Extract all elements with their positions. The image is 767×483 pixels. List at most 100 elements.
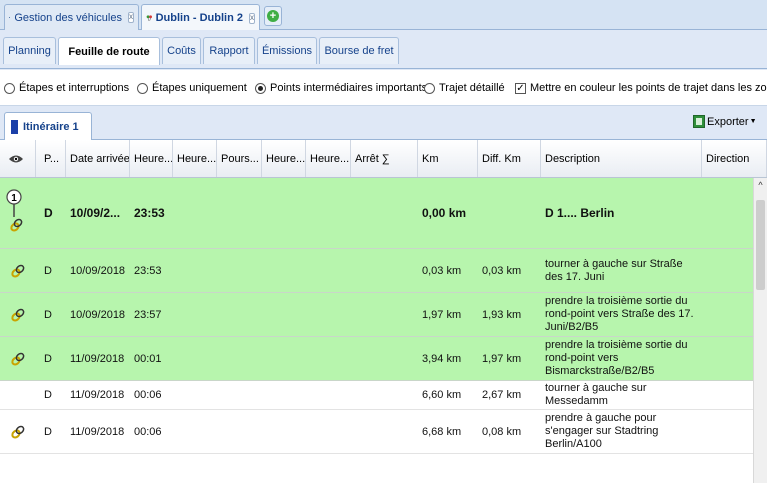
cell-diff-km: 1,93 km xyxy=(482,308,522,321)
column-header[interactable]: Heure... xyxy=(173,140,217,177)
route-pin-icon xyxy=(146,15,152,21)
row-icon-cell xyxy=(0,249,36,292)
scroll-up-arrow-icon[interactable]: ^ xyxy=(754,180,767,192)
scroll-thumb[interactable] xyxy=(756,200,765,290)
radio-points-importants[interactable]: Points intermédiaires importants xyxy=(255,82,427,94)
cell-p: D xyxy=(44,308,52,321)
column-header[interactable]: Heure... xyxy=(262,140,306,177)
row-icon-cell: 1 xyxy=(0,178,36,248)
chain-link-icon xyxy=(11,264,25,277)
close-icon[interactable]: x xyxy=(128,12,134,23)
column-header[interactable]: Heure... xyxy=(306,140,351,177)
radio-button[interactable] xyxy=(4,82,15,94)
cell-diff-km: 2,67 km xyxy=(482,389,522,401)
radio-button-selected[interactable] xyxy=(255,82,266,94)
cell-km: 6,68 km xyxy=(422,425,462,438)
cell-diff-km: 0,03 km xyxy=(482,264,522,277)
grid-header: P... Date arrivée Heure... Heure... Pour… xyxy=(0,140,767,178)
radio-etapes-interruptions[interactable]: Étapes et interruptions xyxy=(4,82,129,94)
tab-planning-label: Planning xyxy=(8,45,51,57)
cell-p: D xyxy=(44,352,52,365)
column-header[interactable]: Heure... xyxy=(130,140,173,177)
column-header[interactable]: Description xyxy=(541,140,702,177)
add-tab-button[interactable]: + xyxy=(264,6,282,26)
radio-label: Trajet détaillé xyxy=(439,82,505,94)
close-icon[interactable]: x xyxy=(249,12,255,24)
chain-link-icon xyxy=(11,308,25,321)
cell-diff-km xyxy=(478,178,541,248)
cell-km: 0,00 km xyxy=(422,206,467,220)
export-button[interactable]: Exporter ▼ xyxy=(693,115,757,128)
start-pin-icon: 1 xyxy=(6,189,23,232)
radio-label: Étapes et interruptions xyxy=(19,82,130,94)
chain-link-icon xyxy=(11,425,25,438)
radio-trajet-detaille[interactable]: Trajet détaillé xyxy=(424,82,505,94)
tab-dublin[interactable]: Dublin - Dublin 2 x xyxy=(141,4,260,31)
column-header[interactable]: Diff. Km xyxy=(478,140,541,177)
checkbox-couleur-zones[interactable]: ✓ Mettre en couleur les points de trajet… xyxy=(515,82,767,94)
row-icon-cell xyxy=(0,293,36,336)
tab-emissions[interactable]: Émissions xyxy=(257,37,317,64)
checkbox-checked[interactable]: ✓ xyxy=(515,82,526,94)
tab-dublin-label: Dublin - Dublin 2 xyxy=(155,12,243,24)
cell-description: D 1.... Berlin xyxy=(545,205,615,220)
cell-date: 10/09/2018 xyxy=(70,308,126,321)
cell-p: D xyxy=(44,264,52,277)
tab-rapport[interactable]: Rapport xyxy=(203,37,255,64)
table-row[interactable]: D 10/09/2018 23:57 1,97 km 1,93 km prend… xyxy=(0,293,753,337)
export-icon xyxy=(693,115,705,128)
tab-couts[interactable]: Coûts xyxy=(162,37,201,64)
tab-bourse-de-fret-label: Bourse de fret xyxy=(324,45,394,57)
cell-heure: 00:06 xyxy=(134,389,162,401)
eye-icon xyxy=(9,155,23,162)
tab-planning[interactable]: Planning xyxy=(3,37,56,64)
tab-gestion-vehicules[interactable]: Gestion des véhicules x xyxy=(4,4,139,30)
cell-description: tourner à gauche sur Messedamm xyxy=(545,382,647,407)
cell-p: D xyxy=(44,389,52,401)
itinerary-grid: 1 D 10/09/2... 23:53 0,00 km D 1.... Ber… xyxy=(0,178,753,483)
add-icon: + xyxy=(267,10,279,22)
document-tab-bar: Gestion des véhicules x Dublin - Dublin … xyxy=(0,0,767,31)
table-row[interactable]: D 11/09/2018 00:01 3,94 km 1,97 km prend… xyxy=(0,337,753,381)
table-row[interactable]: D 11/09/2018 00:06 6,60 km 2,67 km tourn… xyxy=(0,381,753,410)
tab-couts-label: Coûts xyxy=(167,45,196,57)
radio-button[interactable] xyxy=(137,82,148,94)
cell-date: 11/09/2018 xyxy=(70,389,125,401)
radio-etapes-uniquement[interactable]: Étapes uniquement xyxy=(137,82,247,94)
radio-label: Points intermédiaires importants xyxy=(270,82,428,94)
table-row[interactable]: 1 D 10/09/2... 23:53 0,00 km D 1.... Ber… xyxy=(0,178,753,249)
column-header[interactable]: Direction xyxy=(702,140,767,177)
column-header[interactable]: P... xyxy=(36,140,66,177)
table-row[interactable]: D 10/09/2018 23:53 0,03 km 0,03 km tourn… xyxy=(0,249,753,293)
vertical-scrollbar[interactable]: ^ xyxy=(753,178,767,483)
cell-heure: 00:06 xyxy=(134,425,162,438)
checkbox-label: Mettre en couleur les points de trajet d… xyxy=(530,82,767,94)
table-row[interactable]: D 11/09/2018 00:06 6,68 km 0,08 km prend… xyxy=(0,410,753,454)
radio-button[interactable] xyxy=(424,82,435,94)
column-visibility[interactable] xyxy=(0,140,36,177)
column-header[interactable]: Pours... xyxy=(217,140,262,177)
tab-itineraire-1[interactable]: Itinéraire 1 xyxy=(4,112,92,140)
cell-date: 11/09/2018 xyxy=(70,425,125,438)
itinerary-bar: Itinéraire 1 Exporter ▼ xyxy=(0,106,767,140)
chain-link-icon xyxy=(11,352,25,365)
itinerary-label: Itinéraire 1 xyxy=(23,120,79,133)
cell-description: prendre à gauche pour s'engager sur Stad… xyxy=(545,412,659,450)
column-header[interactable]: Km xyxy=(418,140,478,177)
cell-date: 10/09/2018 xyxy=(70,264,126,277)
cell-km: 3,94 km xyxy=(422,352,462,365)
divider xyxy=(0,68,767,69)
cell-p: D xyxy=(44,425,52,438)
tab-bourse-de-fret[interactable]: Bourse de fret xyxy=(319,37,399,64)
column-header[interactable]: Date arrivée xyxy=(66,140,130,177)
start-pin-number: 1 xyxy=(11,193,17,204)
column-header[interactable]: Arrêt ∑ xyxy=(351,140,418,177)
cell-description: tourner à gauche sur Straße des 17. Juni xyxy=(545,257,683,283)
itinerary-color-icon xyxy=(11,119,18,134)
cell-p: D xyxy=(44,206,53,220)
cell-date: 11/09/2018 xyxy=(70,352,125,365)
tab-feuille-de-route[interactable]: Feuille de route xyxy=(58,37,160,65)
cell-heure: 23:53 xyxy=(134,264,162,277)
cell-km: 6,60 km xyxy=(422,389,462,401)
cell-description: prendre la troisième sortie du rond-poin… xyxy=(545,295,694,333)
